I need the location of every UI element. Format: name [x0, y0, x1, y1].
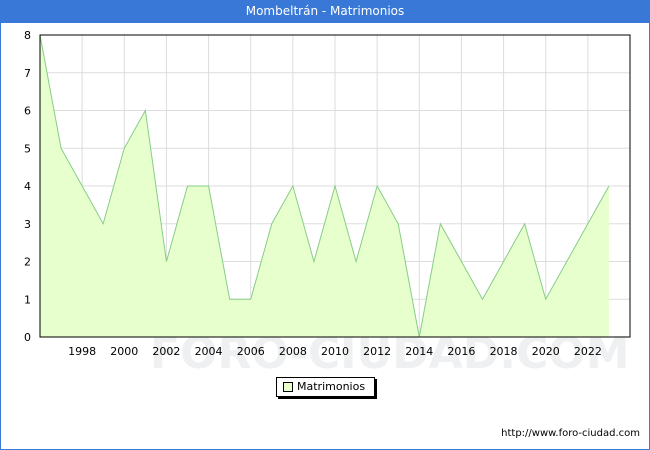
data-point: [482, 298, 484, 300]
x-tick-label: 2006: [237, 345, 265, 358]
legend-label: Matrimonios: [297, 380, 366, 393]
data-point: [376, 185, 378, 187]
data-point: [81, 185, 83, 187]
data-point: [271, 223, 273, 225]
data-point: [123, 147, 125, 149]
data-point: [187, 185, 189, 187]
legend: Matrimonios: [276, 377, 375, 397]
data-point: [165, 261, 167, 263]
data-point: [39, 34, 41, 36]
data-point: [439, 223, 441, 225]
x-tick-label: 2016: [447, 345, 475, 358]
y-tick-label: 4: [24, 180, 31, 193]
data-point: [250, 298, 252, 300]
data-point: [60, 147, 62, 149]
x-tick-label: 1998: [68, 345, 96, 358]
chart-title: Mombeltrán - Matrimonios: [0, 0, 650, 23]
y-tick-label: 0: [24, 331, 31, 344]
x-tick-label: 2002: [152, 345, 180, 358]
data-point: [334, 185, 336, 187]
data-point: [566, 261, 568, 263]
data-point: [208, 185, 210, 187]
x-tick-label: 2022: [574, 345, 602, 358]
data-point: [418, 336, 420, 338]
data-point: [313, 261, 315, 263]
data-point: [524, 223, 526, 225]
x-tick-label: 2020: [532, 345, 560, 358]
y-tick-label: 2: [24, 256, 31, 269]
data-point: [503, 261, 505, 263]
y-tick-label: 6: [24, 105, 31, 118]
data-point: [545, 298, 547, 300]
data-point: [229, 298, 231, 300]
data-point: [292, 185, 294, 187]
chart-canvas: FORO-CIUDAD.COM 012345678 1998 2000 2002 20…: [24, 29, 631, 379]
legend-swatch: [283, 382, 293, 392]
y-axis-ticks: 0 1 2 3 4 5 6 7 8: [24, 29, 31, 344]
source-url: http://www.foro-ciudad.com: [501, 428, 640, 439]
y-tick-label: 3: [24, 218, 31, 231]
x-tick-label: 2008: [279, 345, 307, 358]
x-tick-label: 2000: [110, 345, 138, 358]
data-point: [608, 185, 610, 187]
data-point: [460, 261, 462, 263]
y-tick-label: 1: [24, 293, 31, 306]
y-tick-label: 8: [24, 29, 31, 42]
y-tick-label: 7: [24, 67, 31, 80]
x-tick-label: 2010: [321, 345, 349, 358]
x-tick-label: 2014: [405, 345, 433, 358]
x-tick-label: 2018: [490, 345, 518, 358]
data-point: [397, 223, 399, 225]
data-point: [102, 223, 104, 225]
y-tick-label: 5: [24, 142, 31, 155]
x-tick-label: 2004: [195, 345, 223, 358]
data-point: [587, 223, 589, 225]
data-point: [144, 110, 146, 112]
x-tick-label: 2012: [363, 345, 391, 358]
data-point: [355, 261, 357, 263]
